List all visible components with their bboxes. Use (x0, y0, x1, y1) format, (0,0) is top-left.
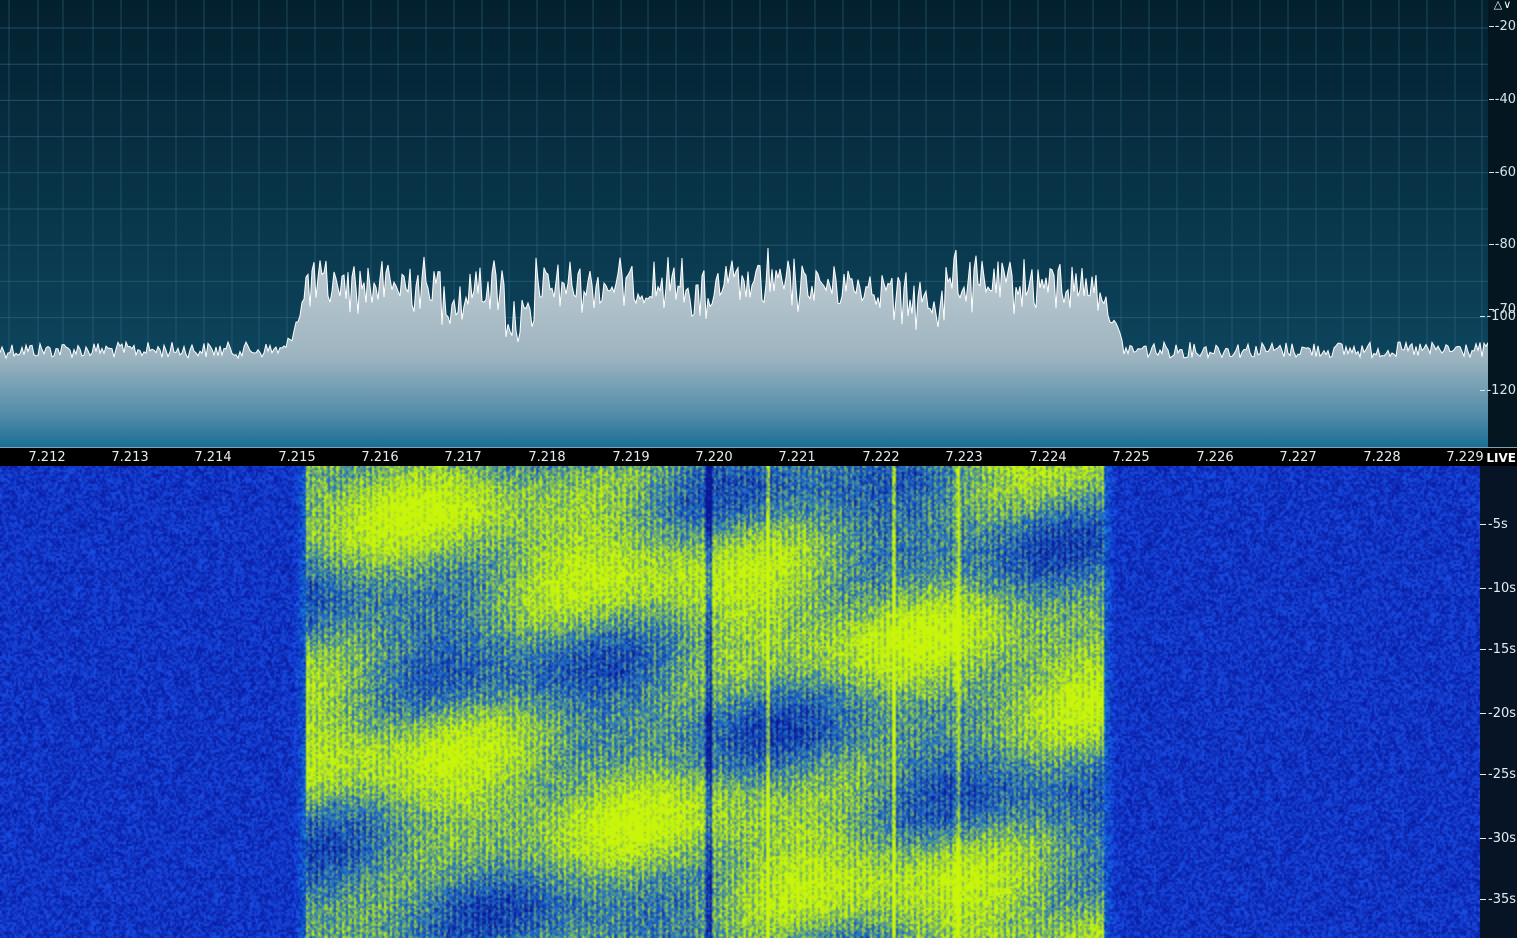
waterfall-display[interactable]: -5s -10s -15s -20s -25s -30s -35s (0, 466, 1517, 938)
freq-label: 7.226 (1196, 450, 1234, 465)
time-label: -35s (1480, 893, 1516, 907)
time-label: -15s (1480, 643, 1516, 657)
freq-label: 7.220 (695, 450, 733, 465)
time-label: -25s (1480, 768, 1516, 782)
db-label: -40 (1489, 93, 1516, 107)
time-label: -30s (1480, 832, 1516, 846)
db-scale[interactable]: △ ∨ -20 -40 -60 -80 -70 -100 -120 (1486, 0, 1517, 447)
time-label: -20s (1480, 707, 1516, 721)
freq-label: 7.229 (1446, 450, 1484, 465)
db-label: -20 (1489, 20, 1516, 34)
spectrum-display[interactable]: △ ∨ -20 -40 -60 -80 -70 -100 -120 (0, 0, 1517, 447)
zoom-out-icon[interactable]: ∨ (1503, 0, 1511, 10)
freq-label: 7.214 (194, 450, 232, 465)
frequency-axis[interactable]: 7.212 7.213 7.214 7.215 7.216 7.217 7.21… (0, 447, 1517, 466)
time-label: -5s (1480, 518, 1508, 532)
db-label: -120 (1480, 384, 1516, 398)
freq-label: 7.225 (1112, 450, 1150, 465)
freq-label: 7.228 (1363, 450, 1401, 465)
live-button[interactable]: LIVE (1486, 451, 1516, 465)
freq-label: 7.219 (612, 450, 650, 465)
spectrum-plot[interactable] (0, 0, 1517, 447)
freq-label: 7.223 (945, 450, 983, 465)
zoom-controls: △ ∨ (1488, 0, 1517, 10)
freq-label: 7.216 (361, 450, 399, 465)
freq-label: 7.217 (444, 450, 482, 465)
db-label: -80 (1489, 238, 1516, 252)
time-scale: -5s -10s -15s -20s -25s -30s -35s (1480, 466, 1517, 938)
sdr-receiver-window: △ ∨ -20 -40 -60 -80 -70 -100 -120 7.212 … (0, 0, 1517, 938)
freq-label: 7.218 (528, 450, 566, 465)
time-label: -10s (1480, 582, 1516, 596)
freq-label: 7.224 (1029, 450, 1067, 465)
freq-label: 7.212 (28, 450, 66, 465)
waterfall-canvas[interactable] (0, 466, 1480, 938)
db-label: -100 (1480, 310, 1516, 324)
db-label: -60 (1489, 166, 1516, 180)
zoom-in-icon[interactable]: △ (1494, 0, 1502, 10)
freq-label: 7.213 (111, 450, 149, 465)
freq-label: 7.215 (278, 450, 316, 465)
freq-label: 7.227 (1279, 450, 1317, 465)
freq-label: 7.222 (862, 450, 900, 465)
freq-label: 7.221 (778, 450, 816, 465)
